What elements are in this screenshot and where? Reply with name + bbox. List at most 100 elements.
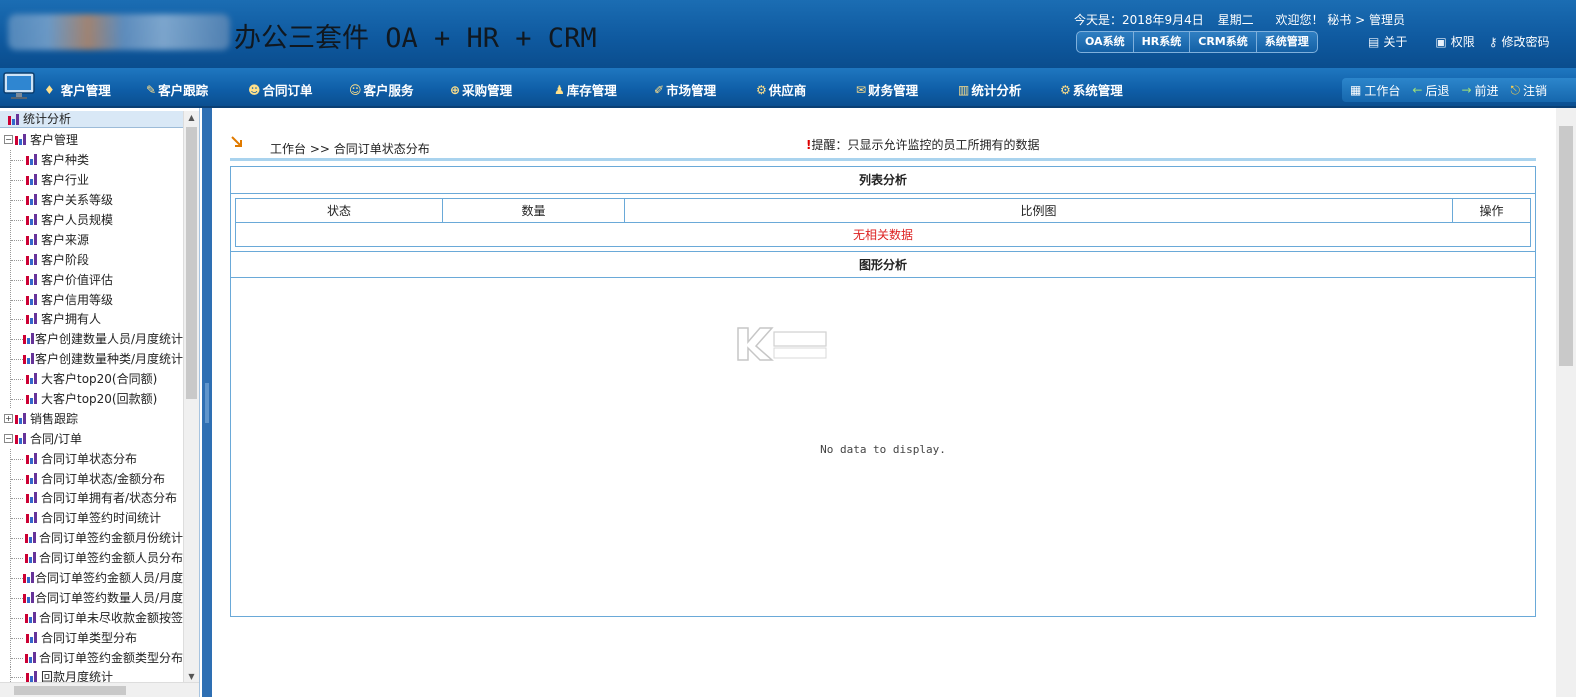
tree-branch: [11, 160, 23, 162]
sidebar-item[interactable]: 合同订单未尽收款金额按签: [0, 607, 183, 627]
app-header: 办公三套件 OA + HR + CRM 今天是：2018年9月4日 星期二 欢迎…: [0, 0, 1576, 68]
sidebar-item[interactable]: 大客户top20(合同额): [0, 369, 183, 389]
content-vertical-scrollbar[interactable]: [1556, 108, 1576, 697]
sidebar-group[interactable]: − 合同/订单: [0, 428, 183, 448]
sidebar-group[interactable]: − 客户管理: [0, 130, 183, 150]
sidebar-item[interactable]: 客户人员规模: [0, 210, 183, 230]
sidebar-item[interactable]: 合同订单签约金额类型分布: [0, 647, 183, 667]
tree-line: [10, 229, 26, 249]
logout-button[interactable]: ⎋ 注销: [1511, 82, 1548, 99]
sidebar-item[interactable]: 合同订单签约数量人员/月度: [0, 587, 183, 607]
collapse-icon[interactable]: −: [4, 135, 13, 145]
date-label: 今天是：2018年9月4日: [1074, 13, 1204, 27]
workbench-button[interactable]: ▦ 工作台: [1350, 82, 1400, 99]
nav-label: 客户跟踪: [158, 83, 209, 98]
nav-market-management[interactable]: ✐ 市场管理: [654, 80, 716, 99]
nav-customer-management[interactable]: ♦ 客户管理: [44, 80, 111, 99]
sidebar-item-label: 合同订单签约时间统计: [41, 511, 162, 526]
sidebar-item[interactable]: 客户阶段: [0, 249, 183, 269]
tab-oa-system[interactable]: OA系统: [1077, 32, 1134, 52]
nav-statistics[interactable]: ▥ 统计分析: [958, 80, 1021, 99]
bar-chart-icon: [24, 532, 38, 544]
sidebar-item[interactable]: 客户创建数量人员/月度统计: [0, 329, 183, 349]
sidebar-item[interactable]: 客户行业: [0, 170, 183, 190]
finance-icon: ✉: [856, 82, 867, 97]
sidebar-group[interactable]: + 销售跟踪: [0, 408, 183, 428]
sidebar-vertical-scrollbar[interactable]: ▲ ▼: [183, 111, 199, 684]
sidebar-item-label: 大客户top20(合同额): [41, 372, 158, 387]
sidebar-item[interactable]: 客户关系等级: [0, 190, 183, 210]
sidebar-horizontal-scrollbar[interactable]: [0, 682, 199, 697]
tree-branch: [11, 578, 23, 580]
nav-finance-management[interactable]: ✉ 财务管理: [856, 80, 918, 99]
scroll-thumb[interactable]: [14, 686, 126, 695]
sidebar-item[interactable]: 合同订单拥有者/状态分布: [0, 488, 183, 508]
sidebar-item[interactable]: 客户拥有人: [0, 309, 183, 329]
sidebar-item[interactable]: 合同订单状态分布: [0, 448, 183, 468]
sidebar-item[interactable]: 合同订单签约金额人员分布: [0, 548, 183, 568]
sidebar-item[interactable]: 大客户top20(回款额): [0, 389, 183, 409]
sidebar-group-label: 销售跟踪: [30, 411, 79, 426]
tree-line: [10, 607, 25, 627]
statistics-icon: ▥: [958, 82, 970, 97]
sidebar-item[interactable]: 客户信用等级: [0, 289, 183, 309]
arrow-right-icon: →: [1461, 83, 1472, 97]
about-link[interactable]: ▤ 关于: [1368, 33, 1407, 50]
scroll-thumb[interactable]: [186, 127, 197, 399]
scroll-up-icon[interactable]: ▲: [184, 111, 199, 125]
nav-supplier[interactable]: ⚙ 供应商: [756, 80, 806, 99]
tree-line: [10, 190, 26, 210]
sidebar-item[interactable]: 合同订单签约金额人员/月度: [0, 568, 183, 588]
sidebar-item-label: 客户种类: [41, 153, 90, 168]
inventory-icon: ♟: [554, 82, 565, 97]
change-password-link[interactable]: ⚷ 修改密码: [1489, 33, 1550, 50]
book-icon: ▤: [1368, 34, 1380, 49]
nav-system-management[interactable]: ⚙ 系统管理: [1060, 80, 1123, 99]
tree-branch: [11, 180, 23, 182]
nav-contract-order[interactable]: ☻ 合同订单: [248, 80, 313, 99]
bar-chart-icon: [26, 313, 40, 325]
tab-system-admin[interactable]: 系统管理: [1257, 32, 1317, 52]
sidebar-item[interactable]: 客户种类: [0, 150, 183, 170]
sidebar-item[interactable]: 合同订单签约金额月份统计: [0, 528, 183, 548]
nav-purchase-management[interactable]: ⊕ 采购管理: [450, 80, 512, 99]
sidebar-item[interactable]: 客户来源: [0, 229, 183, 249]
sidebar-item-label: 客户创建数量人员/月度统计: [34, 332, 183, 347]
tab-hr-system[interactable]: HR系统: [1134, 32, 1191, 52]
tab-crm-system[interactable]: CRM系统: [1190, 32, 1257, 52]
welcome-label: 欢迎您！ 秘书 > 管理员: [1275, 13, 1405, 27]
sidebar-item[interactable]: 客户价值评估: [0, 269, 183, 289]
scroll-thumb[interactable]: [1559, 126, 1573, 366]
collapse-icon[interactable]: −: [4, 433, 13, 443]
lock-icon: ▣: [1435, 34, 1447, 49]
supplier-icon: ⚙: [756, 82, 767, 97]
sidebar-item[interactable]: 合同订单状态/金额分布: [0, 468, 183, 488]
tree-line: [10, 389, 26, 409]
bar-chart-icon: [26, 194, 40, 206]
tree-line: [10, 309, 26, 329]
sidebar-item-label: 客户拥有人: [41, 312, 102, 327]
sidebar-group-label: 合同/订单: [30, 431, 83, 446]
permission-link[interactable]: ▣ 权限: [1435, 33, 1474, 50]
nav-toolbar: ▦ 工作台 ← 后退 → 前进 ⎋ 注销: [1342, 78, 1576, 102]
tree-branch: [11, 677, 23, 679]
empty-message: 无相关数据: [235, 222, 1531, 247]
sidebar-item-label: 合同订单未尽收款金额按签: [38, 610, 183, 625]
sidebar-item[interactable]: 合同订单签约时间统计: [0, 508, 183, 528]
tree-line: [10, 627, 26, 647]
back-button[interactable]: ← 后退: [1412, 82, 1449, 99]
forward-button[interactable]: → 前进: [1461, 82, 1498, 99]
nav-customer-service[interactable]: ☺ 客户服务: [349, 80, 414, 99]
panel-splitter[interactable]: [202, 108, 212, 697]
sidebar-item[interactable]: 客户创建数量种类/月度统计: [0, 349, 183, 369]
nav-inventory-management[interactable]: ♟ 库存管理: [554, 80, 617, 99]
bar-chart-icon: [26, 174, 40, 186]
bar-chart-icon: [26, 233, 40, 245]
forward-label: 前进: [1474, 83, 1499, 98]
sidebar-item[interactable]: 合同订单类型分布: [0, 627, 183, 647]
nav-customer-tracking[interactable]: ✎ 客户跟踪: [146, 80, 208, 99]
bar-chart-icon: [26, 393, 40, 405]
sidebar-item-label: 合同订单类型分布: [41, 630, 138, 645]
top-links: ▤ 关于 ▣ 权限 ⚷ 修改密码: [1368, 33, 1550, 50]
expand-icon[interactable]: +: [4, 413, 13, 423]
